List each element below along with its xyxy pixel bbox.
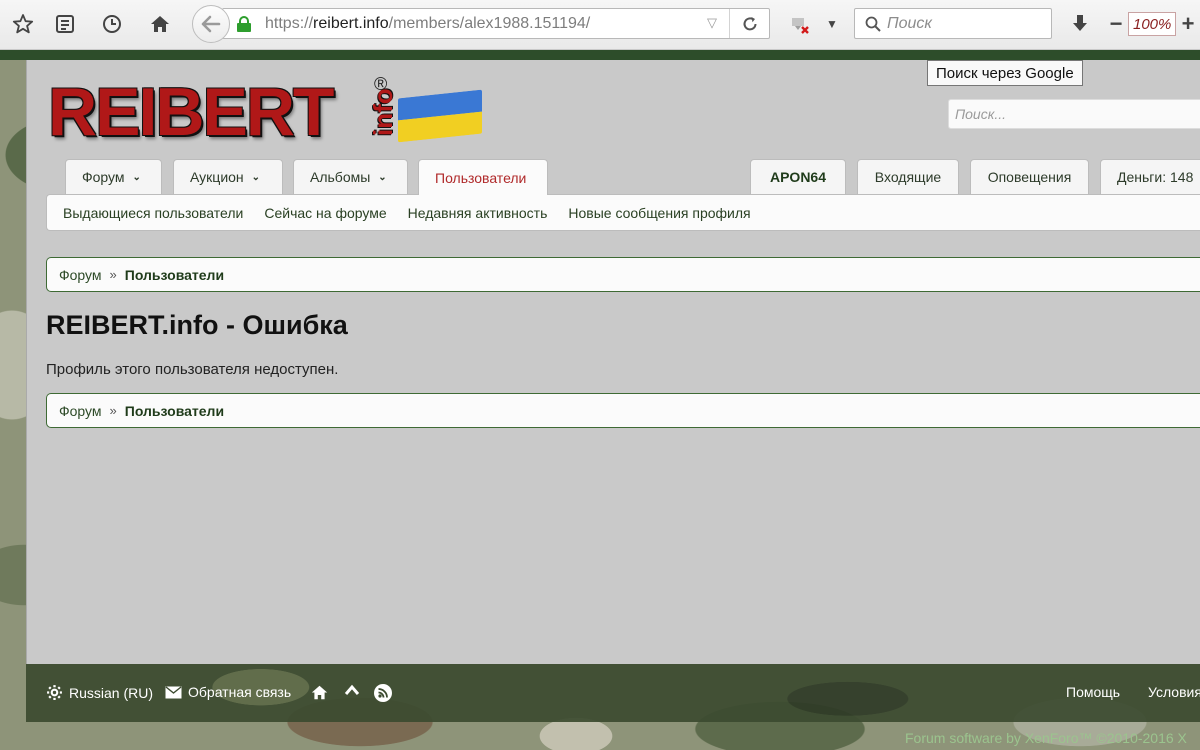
language-chooser[interactable]: Russian (RU) (46, 684, 153, 701)
subnav-recent-activity[interactable]: Недавняя активность (408, 205, 548, 221)
username-label: APON64 (769, 169, 827, 185)
tab-forum-label: Форум (82, 169, 125, 185)
envelope-icon (165, 685, 182, 699)
subnav-new-profile-posts[interactable]: Новые сообщения профиля (568, 205, 750, 221)
site-logo[interactable]: REIBERT info ® (48, 74, 482, 150)
breadcrumb-separator: » (109, 403, 117, 418)
breadcrumb-members-link[interactable]: Пользователи (125, 267, 224, 283)
chevron-down-icon: ⌄ (251, 171, 261, 183)
tab-forum[interactable]: Форум ⌄ (65, 159, 162, 194)
language-label: Russian (RU) (69, 684, 154, 701)
addon-menu-dropdown-icon[interactable]: ▼ (820, 12, 844, 36)
back-button[interactable] (192, 5, 230, 43)
zoom-level[interactable]: 100% (1128, 12, 1177, 36)
ukraine-flag-icon (398, 89, 482, 143)
search-tooltip: Поиск через Google (927, 60, 1083, 86)
members-subnav: Выдающиеся пользователи Сейчас на форуме… (46, 194, 1200, 231)
header-stripe (0, 50, 1200, 60)
page-title: REIBERT.info - Ошибка (46, 310, 348, 340)
tab-members[interactable]: Пользователи (418, 159, 548, 195)
money-label: Деньги: 148 (1117, 169, 1194, 185)
copyright-notice: Forum software by XenForo™ ©2010-2016 X (905, 730, 1187, 746)
tab-auction[interactable]: Аукцион ⌄ (173, 159, 283, 194)
tab-inbox[interactable]: Входящие (857, 159, 959, 194)
tab-alerts[interactable]: Оповещения (970, 159, 1089, 194)
subnav-online-now[interactable]: Сейчас на форуме (264, 205, 386, 221)
feedback-link[interactable]: Обратная связь (165, 684, 291, 700)
inbox-label: Входящие (874, 169, 942, 185)
zoom-in-button[interactable]: + (1176, 12, 1200, 36)
breadcrumb-bottom: Форум » Пользователи (46, 393, 1200, 428)
secure-lock-icon[interactable] (237, 15, 251, 32)
chevron-down-icon: ⌄ (132, 171, 141, 183)
breadcrumb-forum-link[interactable]: Форум (59, 267, 102, 283)
search-placeholder: Поиск (887, 14, 932, 32)
logo-wordmark: REIBERT (48, 74, 334, 150)
logo-suffix: info (368, 88, 398, 136)
history-clock-icon[interactable] (100, 12, 124, 36)
tab-money[interactable]: Деньги: 148 (1100, 159, 1200, 194)
help-link[interactable]: Помощь (1066, 684, 1120, 700)
gear-icon (46, 684, 63, 701)
search-icon (863, 14, 883, 34)
home-icon[interactable] (148, 12, 172, 36)
reload-button[interactable] (729, 9, 769, 38)
chevron-down-icon: ⌄ (378, 171, 387, 183)
tab-user-account[interactable]: APON64 (750, 159, 846, 194)
site-search-input[interactable]: Поиск... (948, 99, 1200, 129)
tab-members-label: Пользователи (435, 169, 527, 186)
error-message: Профиль этого пользователя недоступен. (46, 361, 339, 378)
url-history-dropdown-icon[interactable]: ▽ (707, 15, 717, 31)
breadcrumb-top: Форум » Пользователи (46, 257, 1200, 292)
url-text[interactable]: https://reibert.info/members/alex1988.15… (265, 15, 590, 33)
rss-icon[interactable] (374, 684, 392, 702)
breadcrumb-forum-link[interactable]: Форум (59, 403, 102, 419)
browser-search-box[interactable]: Поиск (854, 8, 1052, 39)
addon-blocked-icon[interactable] (786, 12, 814, 36)
bookmark-star-icon[interactable] (11, 12, 35, 36)
reading-list-icon[interactable] (53, 12, 77, 36)
address-bar[interactable]: https://reibert.info/members/alex1988.15… (222, 8, 770, 39)
zoom-out-button[interactable]: − (1104, 12, 1128, 36)
tab-albums[interactable]: Альбомы ⌄ (293, 159, 408, 194)
downloads-icon[interactable] (1068, 12, 1092, 36)
home-link-icon[interactable] (310, 684, 329, 701)
tab-auction-label: Аукцион (190, 169, 244, 185)
breadcrumb-separator: » (109, 267, 117, 282)
feedback-label: Обратная связь (188, 684, 292, 700)
tab-albums-label: Альбомы (310, 169, 371, 185)
terms-link[interactable]: Условия (1148, 684, 1200, 700)
breadcrumb-members-link[interactable]: Пользователи (125, 403, 224, 419)
subnav-notable-members[interactable]: Выдающиеся пользователи (63, 205, 243, 221)
registered-mark: ® (374, 74, 388, 94)
alerts-label: Оповещения (987, 169, 1072, 185)
browser-toolbar: https://reibert.info/members/alex1988.15… (0, 0, 1200, 50)
scroll-top-icon[interactable] (344, 684, 360, 696)
